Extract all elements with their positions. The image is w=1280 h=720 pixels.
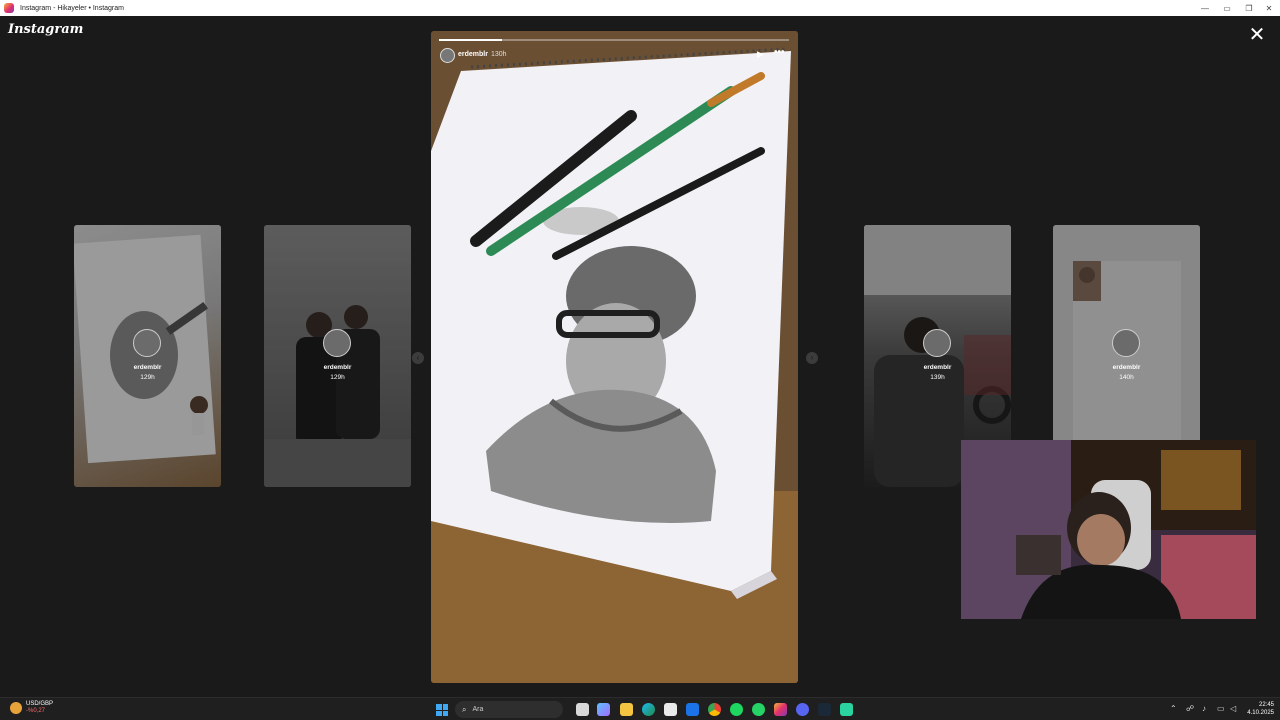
widget-name: USD/GBP	[26, 701, 54, 707]
display-icon[interactable]: ▭	[1217, 704, 1225, 713]
app-icon[interactable]	[840, 703, 853, 716]
windows-start-icon[interactable]	[436, 704, 448, 716]
preview-time: 140h	[1119, 374, 1134, 381]
sketch-photo	[431, 31, 798, 683]
avatar	[1112, 329, 1140, 357]
story-progress-bar	[439, 39, 789, 41]
chrome-icon[interactable]	[708, 703, 721, 716]
instagram-app-icon	[4, 3, 14, 13]
maximize-icon[interactable]: ❐	[1238, 0, 1260, 16]
avatar	[133, 329, 161, 357]
taskbar-clock[interactable]: 22:45 4.10.2025	[1244, 701, 1274, 717]
edge-icon[interactable]	[642, 703, 655, 716]
clock-date: 4.10.2025	[1247, 710, 1274, 716]
mail-icon[interactable]	[686, 703, 699, 716]
avatar	[323, 329, 351, 357]
task-view-icon[interactable]	[576, 703, 589, 716]
copilot-icon[interactable]	[597, 703, 610, 716]
minimize-icon[interactable]: —	[1194, 0, 1216, 16]
window-close-icon[interactable]: ✕	[1258, 0, 1280, 16]
widget-change: -%0,27	[26, 708, 46, 714]
spotify-icon[interactable]	[730, 703, 743, 716]
preview-username: erdemblr	[1112, 364, 1141, 371]
active-story[interactable]: erdemblr 130h ▶ •••	[431, 31, 798, 683]
window-titlebar: Instagram - Hikayeler • Instagram — ▭ ❐ …	[0, 0, 1280, 16]
store-icon[interactable]	[664, 703, 677, 716]
discord-icon[interactable]	[796, 703, 809, 716]
instagram-logo[interactable]: Instagram	[8, 22, 83, 37]
story-preview[interactable]: erdemblr 129h	[74, 225, 221, 487]
preview-time: 129h	[330, 374, 345, 381]
clock-time: 22:45	[1258, 702, 1274, 708]
widget-text: USD/GBP -%0,27	[26, 701, 53, 715]
network-icon[interactable]: ☍	[1186, 704, 1194, 713]
steam-icon[interactable]	[818, 703, 831, 716]
story-progress-fill	[439, 39, 502, 41]
previous-story-icon[interactable]: ‹	[412, 352, 424, 364]
avatar[interactable]	[440, 48, 455, 63]
preview-username: erdemblr	[323, 364, 352, 371]
preview-time: 129h	[140, 374, 155, 381]
microphone-icon[interactable]: ♪	[1202, 704, 1206, 713]
market-widget[interactable]: USD/GBP -%0,27	[10, 701, 53, 715]
play-icon[interactable]: ▶	[757, 49, 767, 59]
search-placeholder: Ara	[472, 706, 484, 713]
currency-icon	[10, 702, 22, 714]
story-preview[interactable]: erdemblr 129h	[264, 225, 411, 487]
chevron-up-icon[interactable]: ⌃	[1170, 704, 1177, 713]
preview-username: erdemblr	[133, 364, 162, 371]
stories-viewer: Instagram ✕ erdemblr 129h erdemblr 129h …	[0, 16, 1280, 697]
story-username[interactable]: erdemblr	[458, 51, 488, 58]
avatar	[923, 329, 951, 357]
story-time: 130h	[491, 51, 507, 58]
taskbar-search[interactable]: ⌕ Ara	[455, 701, 563, 718]
search-icon: ⌕	[462, 704, 467, 714]
file-explorer-icon[interactable]	[620, 703, 633, 716]
whatsapp-icon[interactable]	[752, 703, 765, 716]
taskbar: USD/GBP -%0,27 ⌕ Ara ⌃ ☍ ♪ ▭ ◁ 22:45 4.1…	[0, 697, 1280, 720]
instagram-taskbar-icon[interactable]	[774, 703, 787, 716]
preview-username: erdemblr	[923, 364, 952, 371]
preview-time: 139h	[930, 374, 945, 381]
more-options-icon[interactable]: •••	[774, 47, 788, 58]
window-title: Instagram - Hikayeler • Instagram	[20, 4, 124, 12]
webcam-overlay	[961, 440, 1256, 619]
webcam-image	[961, 440, 1256, 619]
restore-down-icon[interactable]: ▭	[1216, 0, 1238, 16]
close-icon[interactable]: ✕	[1247, 25, 1267, 45]
volume-icon[interactable]: ◁	[1230, 704, 1236, 713]
next-story-icon[interactable]: ›	[806, 352, 818, 364]
